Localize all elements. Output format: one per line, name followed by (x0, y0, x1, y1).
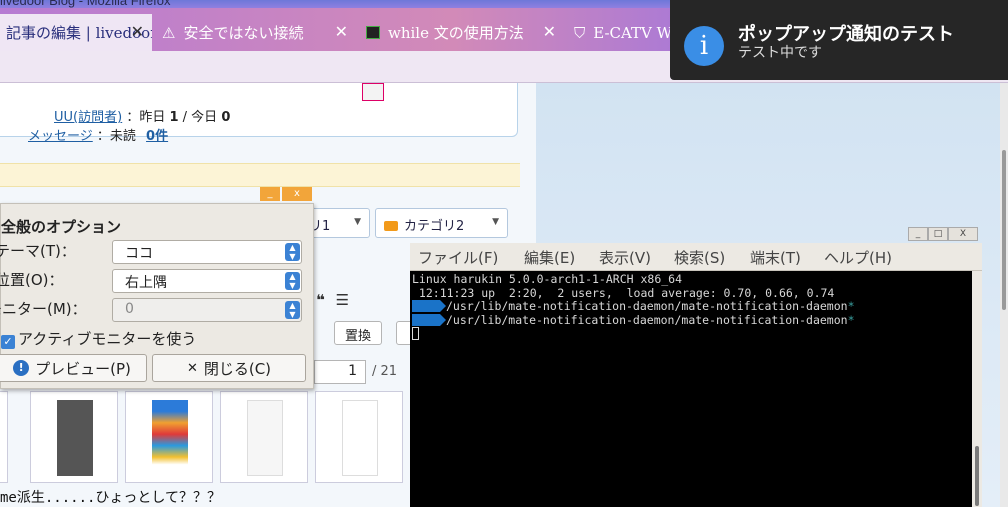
monitor-label: モニター(M)： (0, 300, 87, 318)
page-scrollbar-thumb[interactable] (1002, 150, 1006, 310)
message-link[interactable]: メッセージ (28, 129, 93, 144)
close-window-button[interactable]: X (948, 227, 978, 241)
list-icon[interactable]: ☰ (336, 291, 349, 309)
page-total: / 21 (372, 364, 398, 379)
terminal-scrollbar-thumb[interactable] (975, 446, 979, 506)
menu-view[interactable]: 表示(V) (599, 247, 651, 268)
terminal-scrollbar[interactable] (972, 271, 982, 507)
tab-label: while 文の使用方法 (388, 24, 524, 42)
maximize-button[interactable]: □ (928, 227, 948, 241)
image-thumbnail[interactable] (125, 391, 213, 483)
terminal-icon (366, 26, 380, 39)
spin-arrows-icon: ▲ ▼ (285, 272, 300, 290)
window-title: livedoor Blog - Mozilla Firefox (0, 0, 171, 8)
terminal-screen[interactable]: Linux harukin 5.0.0-arch1-1-ARCH x86_64 … (410, 271, 972, 507)
prompt-arrow-icon (412, 300, 446, 312)
minimize-button[interactable]: _ (908, 227, 928, 241)
window-buttons: _ x (258, 187, 312, 202)
process-line: /usr/lib/mate-notification-daemon/mate-n… (412, 313, 970, 328)
tab-blog-edit[interactable]: 記事の編集 | livedoor ✕ (0, 14, 152, 51)
chevron-down-icon: ▼ (354, 217, 361, 227)
popup-notification[interactable]: i ポップアップ通知のテスト テスト中です (670, 0, 1008, 80)
window-buttons: _ □ X (908, 227, 978, 242)
spin-arrows-icon: ▲ ▼ (285, 243, 300, 261)
editor-toolbar: ❝ ☰ (316, 291, 349, 309)
tab-while-usage[interactable]: while 文の使用方法 ✕ (356, 14, 564, 51)
image-thumbnail[interactable] (315, 391, 403, 483)
checkmark-icon: ✓ (1, 335, 15, 349)
terminal-cursor (412, 327, 419, 340)
folder-icon (384, 221, 398, 231)
menu-file[interactable]: ファイル(F) (418, 247, 498, 268)
close-window-button[interactable]: x (282, 187, 312, 201)
terminal-line: 12:11:23 up 2:20, 2 users, load average:… (412, 285, 835, 300)
tab-label: E-CATV W (593, 23, 673, 42)
close-button[interactable]: ✕ 閉じる(C) (152, 354, 306, 382)
image-thumbnail[interactable] (220, 391, 308, 483)
menu-terminal[interactable]: 端末(T) (750, 247, 801, 268)
notification-body: テスト中です (738, 45, 822, 61)
close-icon[interactable]: ✕ (335, 22, 348, 41)
menu-help[interactable]: ヘルプ(H) (824, 247, 892, 268)
close-icon[interactable]: ✕ (543, 22, 556, 41)
theme-select[interactable]: ココ ▲ ▼ (112, 240, 302, 264)
replace-button[interactable]: 置換 (334, 321, 383, 345)
close-icon[interactable]: ✕ (131, 22, 144, 41)
message-stats: メッセージ ：未読 0件 (28, 129, 169, 144)
terminal-window: _ □ X ファイル(F) 編集(E) 表示(V) 検索(S) 端末(T) ヘルプ(… (410, 227, 982, 507)
image-thumbnails (0, 391, 410, 483)
message-count-link[interactable]: 0件 (146, 129, 168, 144)
info-icon: i (684, 26, 724, 66)
menu-edit[interactable]: 編集(E) (524, 247, 575, 268)
notification-options-window: _ x 全般のオプション テーマ(T)： ココ ▲ ▼ 位置(O)： 右上隅 ▲ ▼ … (0, 187, 314, 389)
options-section-title: 全般のオプション (1, 218, 122, 236)
visitor-link[interactable]: UU(訪問者) (54, 110, 122, 125)
terminal-menubar: ファイル(F) 編集(E) 表示(V) 検索(S) 端末(T) ヘルプ(H) (410, 243, 982, 271)
spin-arrows-icon: ▲ ▼ (285, 301, 300, 319)
info-icon: ! (13, 360, 30, 376)
preview-button[interactable]: ! プレビュー(P) (0, 354, 147, 382)
close-icon: ✕ (186, 360, 198, 376)
position-label: 位置(O)： (0, 271, 64, 289)
active-monitor-checkbox[interactable]: ✓ アクティブモニターを使う (1, 328, 196, 349)
minimize-button[interactable]: _ (260, 187, 280, 201)
chevron-down-icon: ▼ (492, 217, 499, 227)
monitor-select[interactable]: 0 ▲ ▼ (112, 298, 302, 322)
menu-search[interactable]: 検索(S) (674, 247, 725, 268)
theme-label: テーマ(T)： (0, 242, 76, 260)
position-select[interactable]: 右上隅 ▲ ▼ (112, 269, 302, 293)
image-thumbnail[interactable] (0, 391, 8, 483)
quote-icon[interactable]: ❝ (316, 291, 325, 309)
notice-bar (0, 163, 520, 187)
post-caption: me派生......ひょっとして？？？ (0, 490, 222, 506)
visitor-stats: UU(訪問者) ：昨日 1 / 今日 0 (54, 110, 231, 125)
warning-icon: ⚠ (162, 23, 176, 42)
profile-image (362, 83, 384, 101)
options-dialog-body: 全般のオプション テーマ(T)： ココ ▲▼ 位置(O)： 右上隅 ▲▼ モニタ… (0, 203, 314, 389)
process-line: /usr/lib/mate-notification-daemon/mate-n… (412, 299, 970, 314)
prompt-arrow-icon (412, 313, 446, 326)
shield-icon: ⛉ (574, 23, 586, 42)
image-thumbnail[interactable] (30, 391, 118, 483)
page-number-input[interactable]: 1 (314, 360, 366, 384)
terminal-line: Linux harukin 5.0.0-arch1-1-ARCH x86_64 (412, 272, 683, 286)
tab-ecatv[interactable]: ⛉ E-CATV W (564, 14, 674, 51)
tab-label: 安全ではない接続 (183, 24, 304, 42)
tab-insecure-connection[interactable]: ⚠ 安全ではない接続 ✕ (152, 14, 356, 51)
